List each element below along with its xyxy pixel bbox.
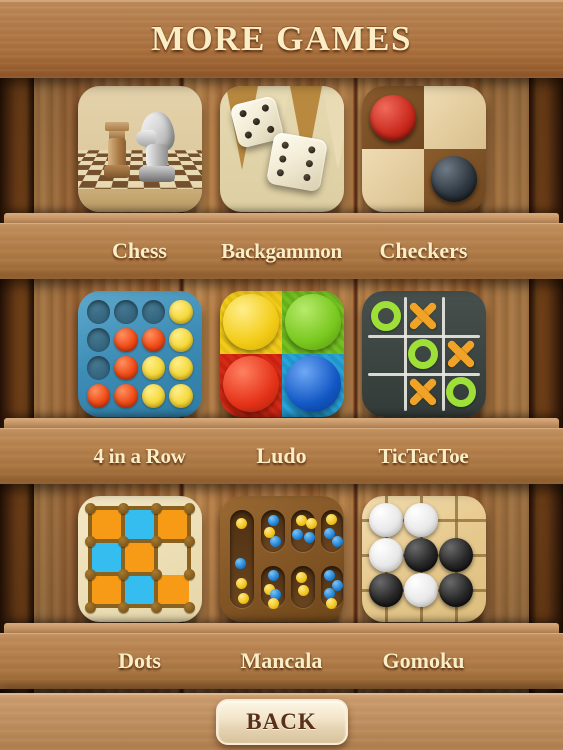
dots-icon[interactable] (77, 496, 202, 622)
game-label-backgammon: Backgammon (221, 238, 342, 263)
game-tile-ludo[interactable] (219, 291, 344, 417)
page-title: MORE GAMES (151, 19, 412, 58)
game-tile-four-in-a-row[interactable] (77, 291, 202, 417)
gomoku-icon[interactable] (361, 496, 486, 622)
game-label-four-in-a-row: 4 in a Row (93, 443, 186, 468)
tile-group-row-2 (0, 291, 563, 421)
back-button-label: BACK (246, 708, 317, 734)
game-label-tictactoe: TicTacToe (378, 443, 469, 468)
ludo-disc-yellow (222, 294, 279, 350)
shelf-row-3: Dots Mancala Gomoku (0, 488, 563, 693)
game-tile-gomoku[interactable] (361, 496, 486, 622)
checkers-icon[interactable] (361, 86, 486, 212)
tictactoe-grid (368, 297, 480, 411)
checkers-red-piece (369, 95, 416, 141)
connect-four-grid (86, 300, 193, 408)
tictactoe-mark-x (406, 299, 440, 333)
game-label-gomoku: Gomoku (382, 648, 465, 673)
tictactoe-mark-x (444, 337, 478, 371)
shelf-board-3: Dots Mancala Gomoku (0, 623, 563, 693)
game-label-chess: Chess (111, 238, 167, 263)
tictactoe-icon[interactable] (361, 291, 486, 417)
tictactoe-mark-o (445, 377, 476, 407)
tictactoe-mark-o (371, 301, 402, 331)
shelf-row-2: 4 in a Row Ludo TicTacToe (0, 283, 563, 488)
back-button[interactable]: BACK (215, 698, 348, 745)
four-in-a-row-icon[interactable] (77, 291, 202, 417)
mancala-icon[interactable] (219, 496, 344, 622)
game-tile-dots[interactable] (77, 496, 202, 622)
tictactoe-mark-o (408, 339, 439, 369)
ludo-disc-green (284, 294, 341, 350)
die-six (265, 131, 328, 193)
game-label-ludo: Ludo (256, 443, 307, 468)
game-tile-backgammon[interactable] (219, 86, 344, 212)
chess-rook-piece (103, 122, 130, 180)
backgammon-icon[interactable] (219, 86, 344, 212)
game-label-mancala: Mancala (240, 648, 323, 673)
chess-icon[interactable] (77, 86, 202, 212)
tile-group-row-3 (0, 496, 563, 626)
header-plank: MORE GAMES (0, 0, 563, 78)
game-tile-tictactoe[interactable] (361, 291, 486, 417)
shelf-board-2: 4 in a Row Ludo TicTacToe (0, 418, 563, 488)
chess-knight-piece (135, 109, 178, 184)
shelf-board-1: Chess Backgammon Checkers (0, 213, 563, 283)
dots-grid (89, 508, 190, 608)
ludo-disc-blue (284, 356, 341, 412)
game-tile-mancala[interactable] (219, 496, 344, 622)
game-label-dots: Dots (118, 648, 161, 673)
ludo-icon[interactable] (219, 291, 344, 417)
tictactoe-mark-x (406, 375, 440, 409)
checkers-black-piece (430, 156, 477, 202)
game-tile-checkers[interactable] (361, 86, 486, 212)
bottom-panel: BACK (0, 693, 563, 750)
tile-group-row-1 (0, 86, 563, 216)
game-label-checkers: Checkers (379, 238, 468, 263)
game-tile-chess[interactable] (77, 86, 202, 212)
shelf-row-1: Chess Backgammon Checkers (0, 78, 563, 283)
more-games-screen: MORE GAMES Chess Backgammon Checkers 4 i… (0, 0, 563, 750)
ludo-disc-red (222, 356, 279, 412)
